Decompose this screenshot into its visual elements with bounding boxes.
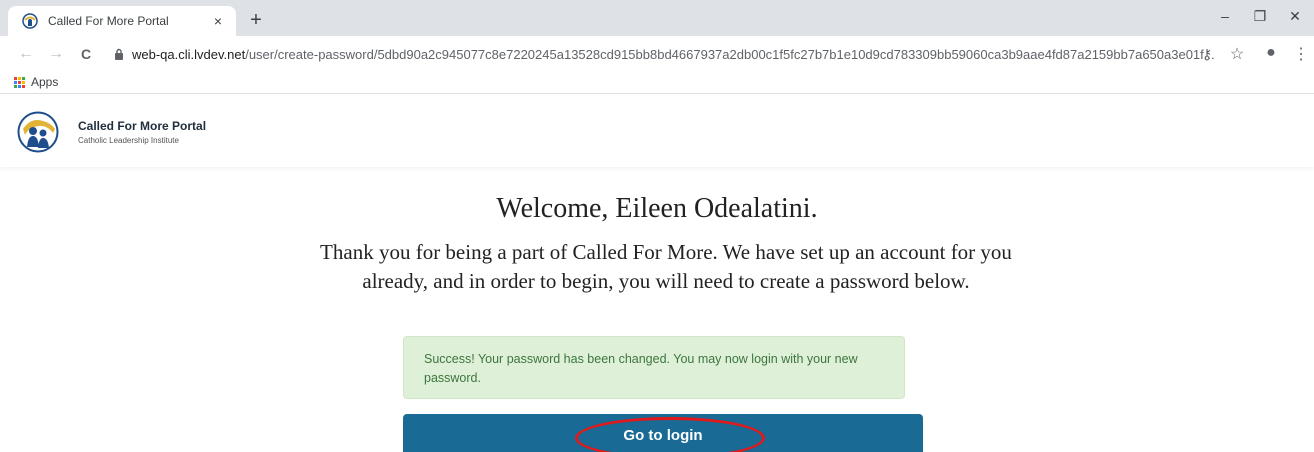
success-alert: Success! Your password has been changed.… [403,336,905,399]
url-host: web-qa.cli.lvdev.net [132,46,246,62]
key-icon[interactable]: ⚷ [1198,46,1216,63]
window-close-icon[interactable]: ✕ [1285,8,1305,25]
new-tab-button[interactable]: + [244,9,268,33]
url-path: /user/create-password/5dbd90a2c945077c8e… [245,46,1215,62]
site-header: Called For More Portal Catholic Leadersh… [0,95,1314,167]
apps-shortcut[interactable]: Apps [14,75,58,89]
site-favicon-icon [22,13,38,29]
url-text: web-qa.cli.lvdev.net/user/create-passwor… [132,47,1215,62]
apps-grid-dot [22,80,25,84]
apps-label: Apps [31,75,59,89]
apps-grid-dot [14,76,17,80]
forward-arrow-icon[interactable]: → [46,45,66,63]
reload-icon[interactable]: C [76,46,96,62]
go-to-login-button[interactable]: Go to login [403,414,923,452]
apps-grid-dot [22,84,25,88]
address-bar[interactable]: web-qa.cli.lvdev.net/user/create-passwor… [104,40,1244,68]
browser-tab-strip: Called For More Portal × + – ❐ ✕ [0,0,1314,36]
apps-grid-dot [18,76,21,80]
intro-text: Thank you for being a part of Called For… [320,240,1012,293]
tab-title: Called For More Portal [48,14,169,28]
apps-grid-dot [18,84,21,88]
apps-grid-dot [14,80,17,84]
apps-grid-dot [22,76,25,80]
lock-icon [115,48,123,60]
browser-menu-icon[interactable]: ⋮ [1292,44,1310,64]
back-arrow-icon[interactable]: ← [16,45,36,63]
portal-logo[interactable] [17,111,59,153]
restore-icon[interactable]: ❐ [1250,8,1270,25]
tab-close-icon[interactable]: × [210,13,226,29]
apps-grid-dot [18,80,21,84]
apps-grid-icon [14,76,25,88]
account-icon[interactable]: ● [1262,44,1280,62]
welcome-heading: Welcome, Eileen Odealatini. [496,193,818,224]
minimize-icon[interactable]: – [1215,8,1235,24]
brand-title: Called For More Portal [78,119,207,133]
browser-tab[interactable]: Called For More Portal × [8,6,236,36]
apps-grid-dot [14,84,17,88]
bookmarks-bar: Apps [0,72,1314,94]
bookmark-star-icon[interactable]: ☆ [1228,44,1246,64]
brand-subtitle: Catholic Leadership Institute [78,136,179,145]
browser-toolbar: ← → C web-qa.cli.lvdev.net/user/create-p… [0,36,1314,72]
